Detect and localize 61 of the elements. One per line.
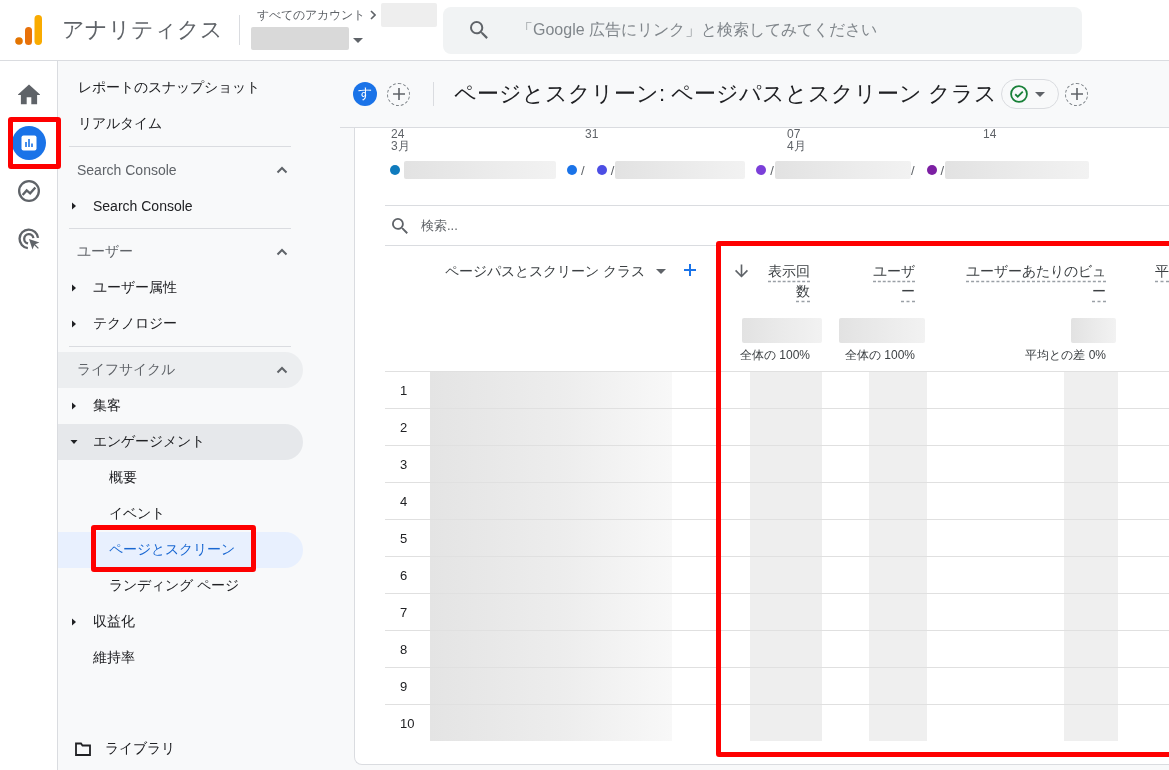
check-circle-icon	[1010, 85, 1029, 103]
search-icon	[470, 21, 488, 39]
search-icon	[392, 217, 408, 234]
axis-label: 3月	[391, 140, 410, 152]
trend-chart-icon[interactable]	[17, 180, 40, 202]
column-header[interactable]: ページパスとスクリーン クラス	[445, 261, 645, 281]
nav-item[interactable]: テクノロジー	[58, 306, 303, 342]
folder-icon	[75, 742, 91, 756]
nav-item[interactable]: エンゲージメント	[58, 424, 303, 460]
nav-item[interactable]: ライブラリ	[58, 731, 303, 767]
comparison-chip[interactable]: す	[353, 82, 377, 106]
nav-item[interactable]: ランディング ページ	[58, 568, 303, 604]
section-header[interactable]: Search Console	[58, 152, 303, 188]
search-field[interactable]: 検索...	[385, 206, 1169, 245]
total-note: 全体の 100%	[844, 348, 915, 362]
chevron-up-icon	[276, 166, 288, 174]
plus-icon	[392, 88, 405, 100]
nav-item[interactable]: ユーザー属性	[58, 270, 303, 306]
total-note: 平均との差 0%	[1025, 348, 1106, 362]
caret-down-icon[interactable]	[1035, 91, 1046, 97]
plus-icon	[684, 264, 696, 276]
column-header[interactable]: 平	[1155, 261, 1169, 281]
axis-label: 4月	[787, 140, 806, 152]
plus-icon	[1070, 88, 1083, 100]
chevron-right-icon	[370, 10, 376, 20]
nav-item[interactable]: 維持率	[58, 640, 303, 676]
legend-label: /	[581, 162, 585, 178]
column-header[interactable]: ユーザー	[873, 261, 915, 301]
nav-item[interactable]: イベント	[58, 496, 303, 532]
caret-down-icon[interactable]	[656, 269, 666, 274]
legend-label: /	[940, 162, 945, 178]
nav-item[interactable]: 概要	[58, 460, 303, 496]
nav-item[interactable]: 収益化	[58, 604, 303, 640]
section-header[interactable]: ライフサイクル	[58, 352, 303, 388]
nav-item[interactable]: レポートのスナップショット	[58, 70, 303, 106]
search-field[interactable]: 「Google 広告にリンク」と検索してみてください	[443, 6, 1082, 54]
home-icon[interactable]	[17, 84, 40, 106]
logo-icon	[15, 15, 42, 45]
bar-chart-icon[interactable]	[11, 126, 46, 160]
column-header[interactable]: ユーザーあたりのビュー	[966, 261, 1106, 301]
chevron-up-icon	[276, 248, 288, 256]
report-title: ページとスクリーン: ページパスとスクリーン クラス	[454, 80, 998, 108]
legend-label: /	[610, 162, 615, 178]
axis-label: 24	[391, 128, 405, 140]
column-header[interactable]: 表示回数	[768, 261, 810, 301]
total-note: 全体の 100%	[739, 348, 810, 362]
chevron-up-icon	[276, 366, 288, 374]
legend-label: /	[770, 162, 774, 178]
target-cursor-icon[interactable]	[17, 228, 40, 250]
nav-item[interactable]: 集客	[58, 388, 303, 424]
nav-item[interactable]: ページとスクリーン	[58, 532, 303, 568]
axis-label: 07	[787, 128, 801, 140]
nav-item[interactable]: Search Console	[58, 188, 303, 224]
axis-label: 14	[983, 128, 997, 140]
legend-label: /	[910, 162, 915, 178]
axis-label: 31	[585, 128, 599, 140]
section-header[interactable]: ユーザー	[58, 234, 303, 270]
caret-down-icon[interactable]	[353, 38, 363, 43]
product-name: アナリティクス	[62, 16, 223, 44]
breadcrumb-link[interactable]: すべてのアカウント	[257, 6, 365, 24]
nav-item[interactable]: リアルタイム	[58, 106, 303, 142]
